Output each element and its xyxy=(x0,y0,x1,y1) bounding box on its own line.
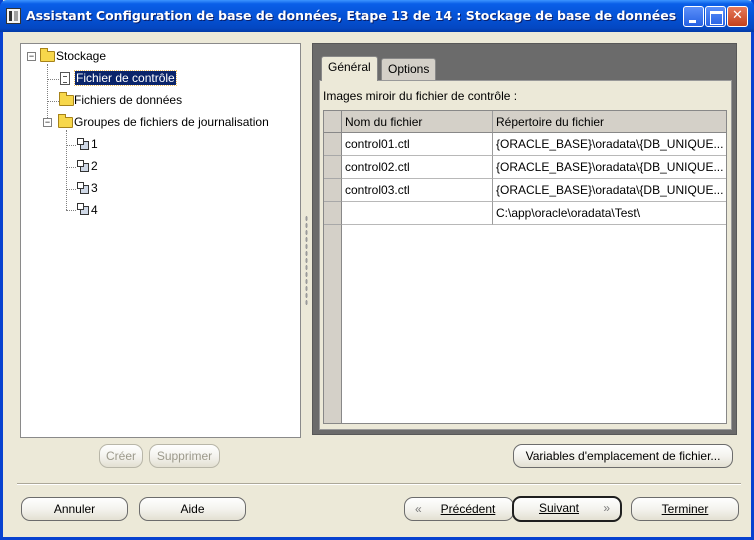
tree-label: 3 xyxy=(91,181,98,195)
tree-node-stockage[interactable]: Stockage xyxy=(56,47,106,65)
log-group-icon xyxy=(77,182,89,194)
tree-connector xyxy=(66,130,67,210)
filename-cell[interactable]: control02.ctl xyxy=(342,156,493,179)
app-icon xyxy=(6,8,21,24)
help-label: Aide xyxy=(180,502,205,516)
finish-button[interactable]: Terminer xyxy=(631,497,739,521)
file-location-variables-button[interactable]: Variables d'emplacement de fichier... xyxy=(513,444,733,468)
cancel-label: Annuler xyxy=(53,502,96,516)
log-group-icon xyxy=(77,203,89,215)
tree-label: Fichiers de données xyxy=(74,93,183,107)
row-header[interactable] xyxy=(324,179,342,202)
separator xyxy=(17,483,741,485)
tree-node-log-group-2[interactable]: 2 xyxy=(91,157,98,175)
folder-icon xyxy=(59,92,74,106)
delete-button[interactable]: Supprimer xyxy=(149,444,220,468)
tree-label: 1 xyxy=(91,137,98,151)
chevron-left-icon: « xyxy=(415,502,422,516)
filename-cell[interactable]: control01.ctl xyxy=(342,133,493,156)
storage-tree[interactable]: − Stockage Fichier de contrôle Fichiers … xyxy=(20,43,301,438)
splitter-handle[interactable] xyxy=(305,215,308,305)
tree-connector xyxy=(47,101,59,102)
directory-cell[interactable]: {ORACLE_BASE}\oradata\{DB_UNIQUE... xyxy=(493,133,726,156)
window-title: Assistant Configuration de base de donné… xyxy=(26,8,677,23)
tab-label: Options xyxy=(388,62,430,76)
cancel-button[interactable]: Annuler xyxy=(21,497,128,521)
tree-node-log-groups[interactable]: Groupes de fichiers de journalisation xyxy=(74,113,269,131)
column-header-directory[interactable]: Répertoire du fichier xyxy=(493,111,726,133)
tree-node-log-group-4[interactable]: 4 xyxy=(91,201,98,219)
filename-cell[interactable] xyxy=(342,202,493,225)
folder-open-icon xyxy=(40,48,55,62)
tree-label: Groupes de fichiers de journalisation xyxy=(74,115,269,129)
tree-connector xyxy=(47,79,59,80)
collapse-icon[interactable]: − xyxy=(43,118,52,127)
tab-label: Général xyxy=(328,60,371,74)
tree-connector xyxy=(66,145,76,146)
tree-label: 4 xyxy=(91,203,98,217)
help-button[interactable]: Aide xyxy=(139,497,246,521)
tree-label: Stockage xyxy=(56,49,107,63)
corner-cell xyxy=(324,111,342,133)
wizard-window: Assistant Configuration de base de donné… xyxy=(0,0,754,540)
tab-content-general: Images miroir du fichier de contrôle : N… xyxy=(319,80,732,430)
minimize-button[interactable] xyxy=(683,6,704,27)
directory-cell[interactable]: {ORACLE_BASE}\oradata\{DB_UNIQUE... xyxy=(493,156,726,179)
tree-connector xyxy=(66,167,76,168)
column-header-filename[interactable]: Nom du fichier xyxy=(342,111,493,133)
row-header-column xyxy=(324,225,342,423)
log-group-icon xyxy=(77,138,89,150)
section-label: Images miroir du fichier de contrôle : xyxy=(323,89,518,103)
filename-cell[interactable]: control03.ctl xyxy=(342,179,493,202)
folder-open-icon xyxy=(58,114,73,128)
row-header[interactable] xyxy=(324,156,342,179)
row-header[interactable] xyxy=(324,202,342,225)
finish-label: Terminer xyxy=(661,502,709,516)
tree-node-control-file[interactable]: Fichier de contrôle xyxy=(74,69,177,87)
tree-label: Fichier de contrôle xyxy=(74,70,177,86)
tree-connector xyxy=(47,64,48,124)
title-bar[interactable]: Assistant Configuration de base de donné… xyxy=(0,0,754,32)
next-button[interactable]: Suivant » xyxy=(512,496,622,522)
previous-label: Précédent xyxy=(440,502,496,516)
directory-cell[interactable]: C:\app\oracle\oradata\Test\ xyxy=(493,202,726,225)
maximize-button[interactable] xyxy=(705,6,726,27)
tree-connector xyxy=(66,189,76,190)
document-icon xyxy=(60,72,70,85)
close-button[interactable]: ✕ xyxy=(727,6,748,27)
control-file-table[interactable]: Nom du fichier Répertoire du fichier con… xyxy=(323,110,727,424)
tree-node-data-files[interactable]: Fichiers de données xyxy=(74,91,182,109)
tab-general[interactable]: Général xyxy=(321,56,378,81)
tree-node-log-group-3[interactable]: 3 xyxy=(91,179,98,197)
tree-connector xyxy=(66,210,76,211)
chevron-right-icon: » xyxy=(603,501,610,515)
row-header[interactable] xyxy=(324,133,342,156)
log-group-icon xyxy=(77,160,89,172)
next-label: Suivant xyxy=(538,501,580,515)
tree-label: 2 xyxy=(91,159,98,173)
tab-options[interactable]: Options xyxy=(381,58,437,80)
previous-button[interactable]: « Précédent xyxy=(404,497,514,521)
tree-node-log-group-1[interactable]: 1 xyxy=(91,135,98,153)
directory-cell[interactable]: {ORACLE_BASE}\oradata\{DB_UNIQUE... xyxy=(493,179,726,202)
detail-panel: Général Options Images miroir du fichier… xyxy=(312,43,737,435)
collapse-icon[interactable]: − xyxy=(27,52,36,61)
create-button[interactable]: Créer xyxy=(99,444,143,468)
